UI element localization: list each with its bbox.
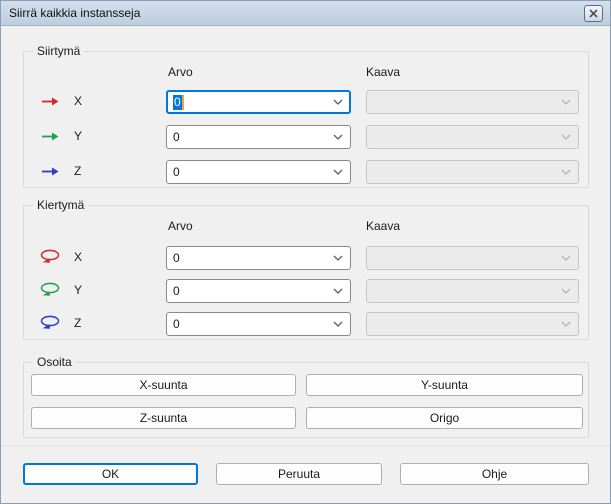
chevron-down-icon	[561, 288, 571, 294]
point-group-label: Osoita	[33, 355, 76, 369]
translation-z-formula-combo	[366, 160, 579, 184]
z-axis-arrow-icon	[38, 167, 62, 176]
x-axis-arrow-icon	[38, 97, 62, 106]
rotation-formula-header: Kaava	[366, 219, 400, 233]
help-button[interactable]: Ohje	[400, 463, 589, 485]
footer-separator	[1, 445, 610, 446]
translation-x-value: 0	[173, 95, 182, 110]
translation-value-header: Arvo	[168, 65, 193, 79]
y-direction-button[interactable]: Y-suunta	[306, 374, 583, 396]
chevron-down-icon[interactable]	[333, 169, 343, 175]
rotation-x-formula-combo	[366, 246, 579, 270]
z-direction-button-label: Z-suunta	[140, 411, 187, 425]
chevron-down-icon[interactable]	[333, 321, 343, 327]
y-rotation-icon	[38, 282, 62, 296]
rotation-y-formula-combo	[366, 279, 579, 303]
chevron-down-icon[interactable]	[333, 99, 343, 105]
translation-x-label: X	[74, 94, 82, 108]
translation-z-value-combo[interactable]: 0	[166, 160, 351, 184]
origin-button[interactable]: Origo	[306, 407, 583, 429]
origin-button-label: Origo	[430, 411, 459, 425]
rotation-z-value: 0	[173, 317, 180, 332]
dialog-title: Siirrä kaikkia instansseja	[9, 6, 140, 20]
translation-y-formula-combo	[366, 125, 579, 149]
rotation-y-value: 0	[173, 284, 180, 299]
chevron-down-icon[interactable]	[333, 255, 343, 261]
translation-y-label: Y	[74, 129, 82, 143]
chevron-down-icon	[561, 134, 571, 140]
cancel-button-label: Peruuta	[278, 467, 320, 481]
close-icon	[589, 9, 598, 18]
move-all-instances-dialog: Siirrä kaikkia instansseja Siirtymä Arvo…	[0, 0, 611, 504]
cancel-button[interactable]: Peruuta	[216, 463, 382, 485]
x-direction-button[interactable]: X-suunta	[31, 374, 296, 396]
rotation-x-value-combo[interactable]: 0	[166, 246, 351, 270]
rotation-z-value-combo[interactable]: 0	[166, 312, 351, 336]
translation-group-label: Siirtymä	[33, 44, 84, 58]
y-direction-button-label: Y-suunta	[421, 378, 468, 392]
translation-group: Siirtymä Arvo Kaava X 0 Y 0	[23, 51, 589, 188]
rotation-y-label: Y	[74, 283, 82, 297]
help-button-label: Ohje	[482, 467, 507, 481]
text-caret	[182, 95, 184, 110]
chevron-down-icon	[561, 169, 571, 175]
point-group: Osoita X-suunta Y-suunta Z-suunta Origo	[23, 362, 589, 438]
translation-y-value-combo[interactable]: 0	[166, 125, 351, 149]
rotation-group-label: Kiertymä	[33, 198, 88, 212]
x-direction-button-label: X-suunta	[139, 378, 187, 392]
rotation-y-value-combo[interactable]: 0	[166, 279, 351, 303]
rotation-z-label: Z	[74, 316, 81, 330]
translation-z-label: Z	[74, 164, 81, 178]
translation-y-value: 0	[173, 130, 180, 145]
x-rotation-icon	[38, 249, 62, 263]
title-bar: Siirrä kaikkia instansseja	[1, 1, 610, 26]
rotation-z-formula-combo	[366, 312, 579, 336]
translation-z-value: 0	[173, 165, 180, 180]
chevron-down-icon	[561, 321, 571, 327]
rotation-x-value: 0	[173, 251, 180, 266]
y-axis-arrow-icon	[38, 132, 62, 141]
translation-x-value-combo[interactable]: 0	[166, 90, 351, 114]
chevron-down-icon[interactable]	[333, 288, 343, 294]
chevron-down-icon	[561, 255, 571, 261]
translation-x-formula-combo	[366, 90, 579, 114]
z-rotation-icon	[38, 315, 62, 329]
chevron-down-icon	[561, 99, 571, 105]
rotation-group: Kiertymä Arvo Kaava X 0 Y 0	[23, 205, 589, 340]
close-button[interactable]	[584, 5, 603, 22]
ok-button[interactable]: OK	[23, 463, 198, 485]
ok-button-label: OK	[102, 467, 119, 481]
rotation-x-label: X	[74, 250, 82, 264]
z-direction-button[interactable]: Z-suunta	[31, 407, 296, 429]
chevron-down-icon[interactable]	[333, 134, 343, 140]
rotation-value-header: Arvo	[168, 219, 193, 233]
translation-formula-header: Kaava	[366, 65, 400, 79]
